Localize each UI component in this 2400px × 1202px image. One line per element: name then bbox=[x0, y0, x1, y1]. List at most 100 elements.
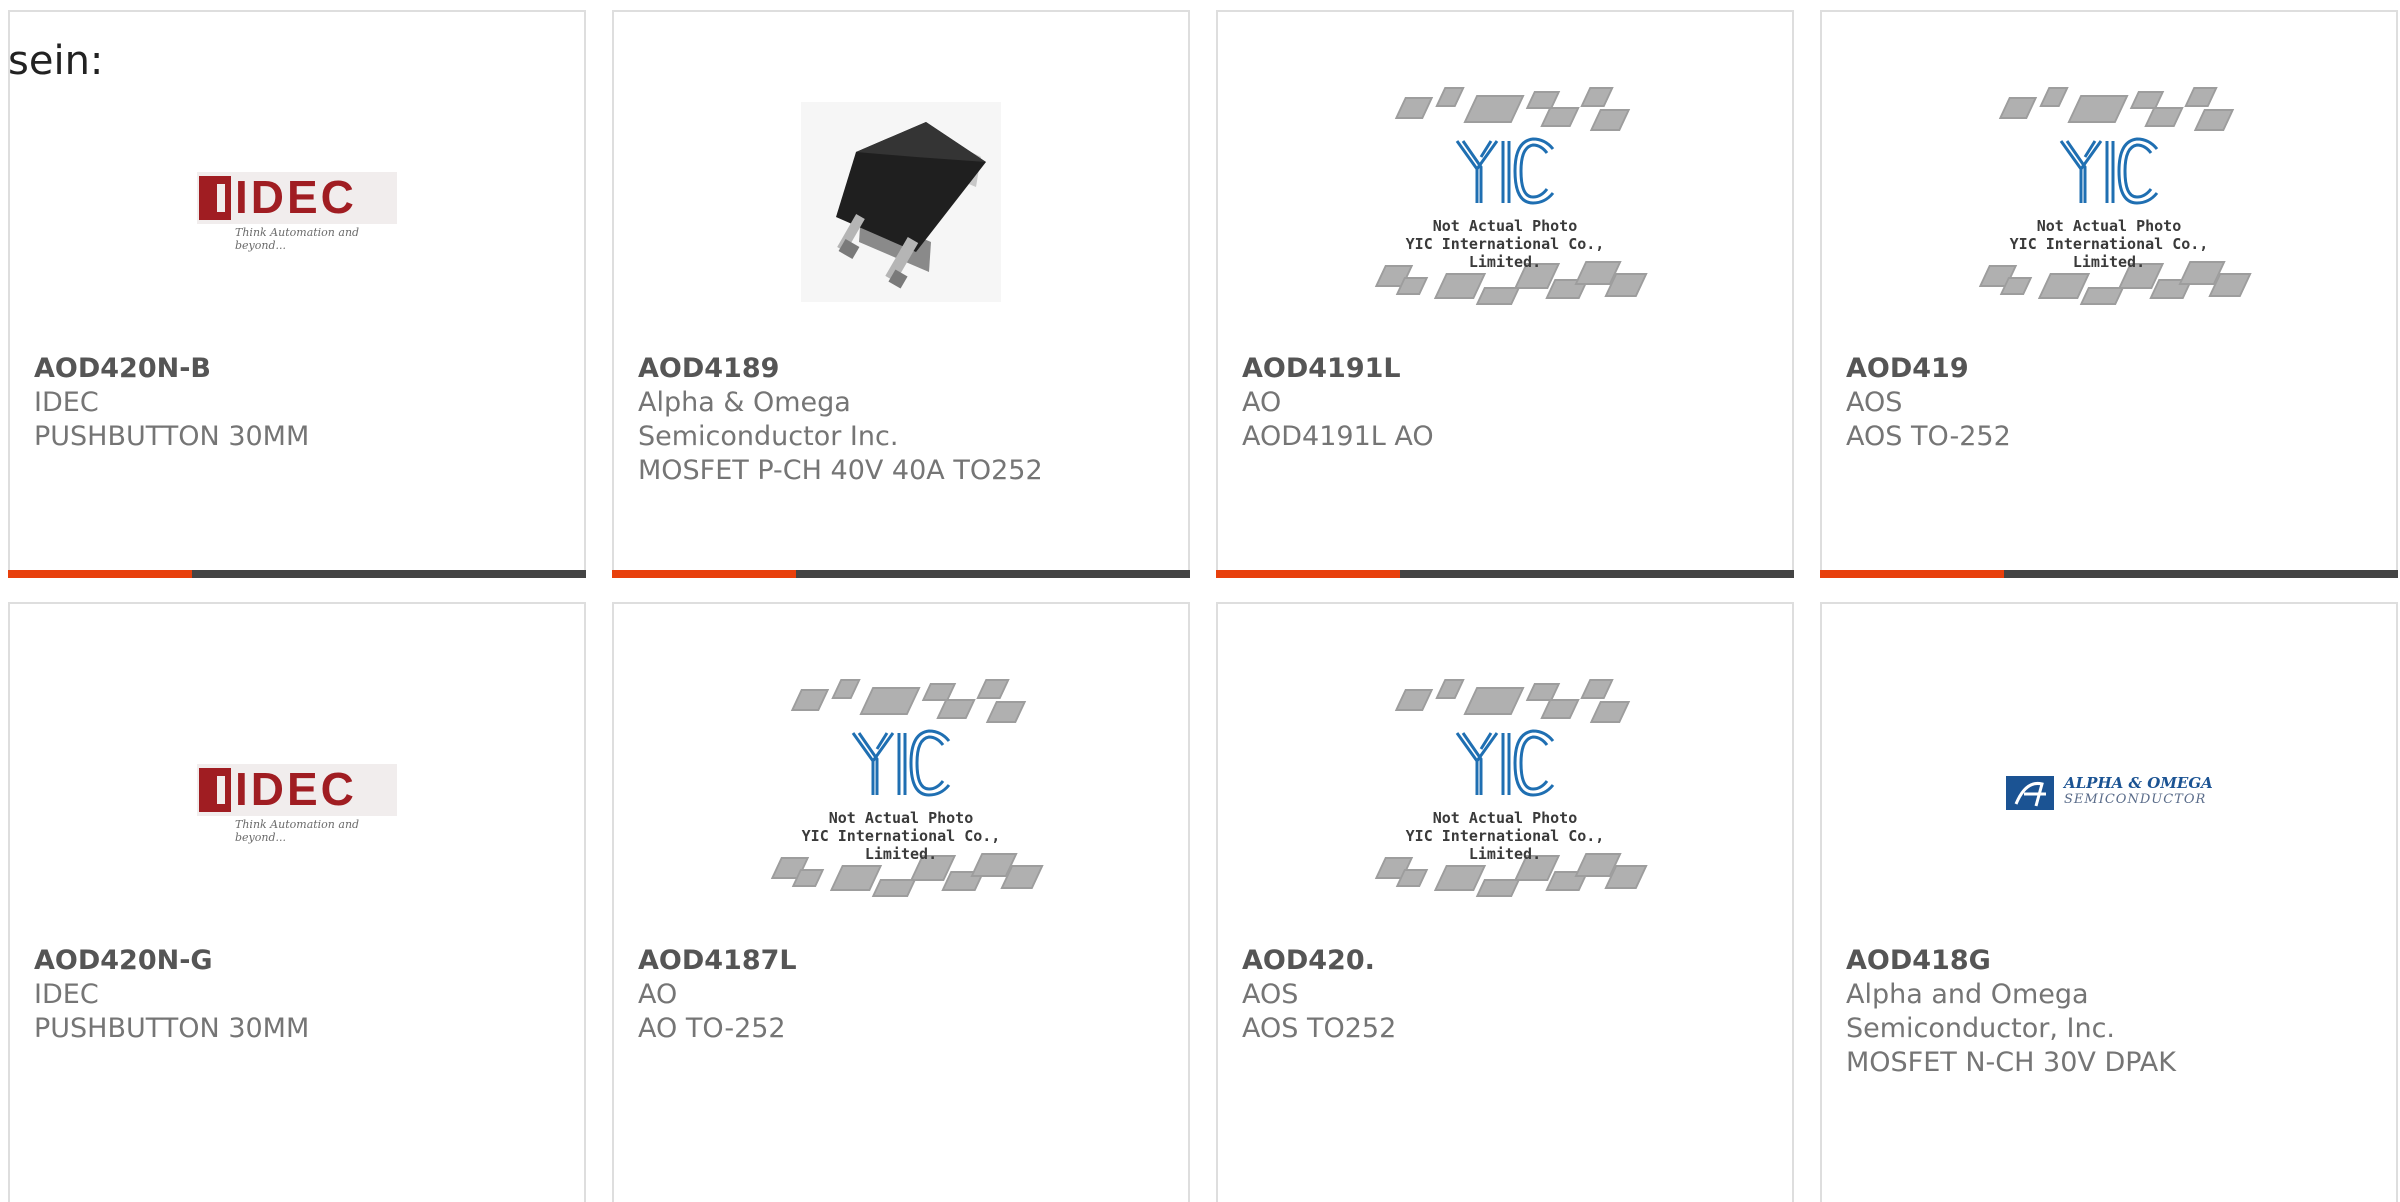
card-bar-accent bbox=[8, 570, 192, 578]
product-image[interactable]: Not Actual Photo YIC International Co., L… bbox=[1218, 664, 1792, 924]
idec-logo: IDEC Think Automation and beyond... bbox=[197, 756, 397, 844]
chip-illustration bbox=[871, 879, 917, 897]
not-actual-photo-placeholder: Not Actual Photo YIC International Co., L… bbox=[766, 669, 1044, 919]
product-image[interactable] bbox=[614, 72, 1188, 332]
card-progress-bar bbox=[1820, 570, 2398, 578]
product-description: PUSHBUTTON 30MM bbox=[34, 1013, 310, 1044]
yic-not-actual-photo-text: Not Actual Photo bbox=[828, 809, 974, 827]
yic-company-text: YIC International Co., Limited. bbox=[1405, 235, 1605, 271]
product-manufacturer: AOS bbox=[1242, 979, 1299, 1010]
chip-illustration bbox=[831, 679, 861, 699]
chip-illustration bbox=[1433, 865, 1487, 891]
chip-illustration bbox=[2067, 95, 2129, 123]
card-bar-rest bbox=[796, 570, 1190, 578]
product-image[interactable]: ALPHA & OMEGA SEMICONDUCTOR bbox=[1822, 664, 2396, 924]
card-bar-rest bbox=[192, 570, 586, 578]
card-bar-rest bbox=[1400, 570, 1794, 578]
product-part-number[interactable]: AOD419 bbox=[1846, 352, 2266, 386]
product-part-number[interactable]: AOD4191L bbox=[1242, 352, 1662, 386]
product-part-number[interactable]: AOD420. bbox=[1242, 944, 1662, 978]
idec-logo-tagline: Think Automation and beyond... bbox=[235, 818, 360, 844]
product-part-number[interactable]: AOD420N-B bbox=[34, 352, 454, 386]
product-info: AOD4191L AO AOD4191L AO bbox=[1242, 352, 1662, 454]
alpha-omega-logo-mark bbox=[2006, 776, 2054, 810]
idec-logo-bar bbox=[199, 768, 231, 812]
chip-illustration bbox=[1540, 699, 1580, 719]
product-description: AOS TO-252 bbox=[1846, 421, 2011, 452]
product-image[interactable]: IDEC Think Automation and beyond... bbox=[10, 72, 584, 332]
product-info: AOD4189 Alpha & Omega Semiconductor Inc. M… bbox=[638, 352, 1058, 488]
chip-illustration bbox=[2184, 87, 2218, 107]
product-part-number[interactable]: AOD4187L bbox=[638, 944, 1058, 978]
card-progress-bar bbox=[1216, 570, 1794, 578]
alpha-omega-logo-name: ALPHA & OMEGA bbox=[2064, 774, 2213, 792]
product-image[interactable]: Not Actual Photo YIC International Co., L… bbox=[614, 664, 1188, 924]
not-actual-photo-placeholder: Not Actual Photo YIC International Co., L… bbox=[1370, 669, 1648, 919]
product-grid: IDEC Think Automation and beyond... AOD420… bbox=[8, 10, 2400, 1202]
chip-illustration bbox=[2037, 273, 2091, 299]
alpha-omega-logo: ALPHA & OMEGA SEMICONDUCTOR bbox=[2006, 774, 2213, 814]
chip-illustration bbox=[790, 689, 830, 711]
idec-logo-word: IDEC bbox=[235, 171, 357, 223]
product-manufacturer: IDEC bbox=[34, 387, 99, 418]
product-card[interactable]: IDEC Think Automation and beyond... AOD420… bbox=[8, 10, 586, 578]
chip-illustration bbox=[985, 701, 1027, 723]
product-manufacturer: Alpha and Omega Semiconductor, Inc. bbox=[1846, 979, 2115, 1044]
yic-company-text: YIC International Co., Limited. bbox=[2009, 235, 2209, 271]
stray-heading-text: sein: bbox=[8, 38, 104, 84]
product-part-number[interactable]: AOD4189 bbox=[638, 352, 1058, 386]
product-description: MOSFET P-CH 40V 40A TO252 bbox=[638, 455, 1043, 486]
idec-logo: IDEC Think Automation and beyond... bbox=[197, 164, 397, 252]
product-card[interactable]: Not Actual Photo YIC International Co., L… bbox=[1216, 10, 1794, 578]
yic-logo-icon bbox=[2059, 137, 2159, 207]
chip-illustration bbox=[1540, 107, 1580, 127]
chip-illustration bbox=[936, 699, 976, 719]
idec-logo-bar bbox=[199, 176, 231, 220]
card-progress-bar bbox=[612, 570, 1190, 578]
product-info: AOD420. AOS AOS TO252 bbox=[1242, 944, 1662, 1046]
chip-illustration bbox=[1475, 879, 1521, 897]
product-card[interactable]: Not Actual Photo YIC International Co., L… bbox=[1216, 602, 1794, 1202]
chip-illustration bbox=[1394, 97, 1434, 119]
product-card[interactable]: ALPHA & OMEGA SEMICONDUCTOR AOD418G Alpha a… bbox=[1820, 602, 2398, 1202]
product-description: AO TO-252 bbox=[638, 1013, 786, 1044]
yic-logo-icon bbox=[1455, 137, 1555, 207]
product-card[interactable]: Not Actual Photo YIC International Co., L… bbox=[1820, 10, 2398, 578]
product-card[interactable]: AOD4189 Alpha & Omega Semiconductor Inc. M… bbox=[612, 10, 1190, 578]
product-info: AOD418G Alpha and Omega Semiconductor, In… bbox=[1846, 944, 2266, 1080]
product-image[interactable]: IDEC Think Automation and beyond... bbox=[10, 664, 584, 924]
product-image[interactable]: Not Actual Photo YIC International Co., L… bbox=[1218, 72, 1792, 332]
product-description: MOSFET N-CH 30V DPAK bbox=[1846, 1047, 2176, 1078]
chip-illustration bbox=[1435, 679, 1465, 699]
chip-illustration bbox=[859, 687, 921, 715]
product-part-number[interactable]: AOD418G bbox=[1846, 944, 2266, 978]
card-bar-accent bbox=[612, 570, 796, 578]
product-description: AOD4191L AO bbox=[1242, 421, 1434, 452]
chip-illustration bbox=[2079, 287, 2125, 305]
chip-illustration bbox=[1475, 287, 1521, 305]
chip-illustration bbox=[976, 679, 1010, 699]
product-image[interactable]: Not Actual Photo YIC International Co., L… bbox=[1822, 72, 2396, 332]
card-bar-accent bbox=[1216, 570, 1400, 578]
product-manufacturer: AOS bbox=[1846, 387, 1903, 418]
chip-illustration bbox=[2193, 109, 2235, 131]
product-card[interactable]: Not Actual Photo YIC International Co., L… bbox=[612, 602, 1190, 1202]
product-info: AOD419 AOS AOS TO-252 bbox=[1846, 352, 2266, 454]
yic-not-actual-photo-text: Not Actual Photo bbox=[1432, 217, 1578, 235]
chip-illustration bbox=[2144, 107, 2184, 127]
chip-illustration bbox=[1998, 97, 2038, 119]
chip-illustration bbox=[1463, 687, 1525, 715]
idec-logo-word: IDEC bbox=[235, 763, 357, 815]
product-manufacturer: AO bbox=[638, 979, 678, 1010]
chip-illustration bbox=[1433, 273, 1487, 299]
card-bar-rest bbox=[2004, 570, 2398, 578]
chip-illustration bbox=[2039, 87, 2069, 107]
yic-not-actual-photo-text: Not Actual Photo bbox=[1432, 809, 1578, 827]
product-card[interactable]: IDEC Think Automation and beyond... AOD420… bbox=[8, 602, 586, 1202]
card-bar-accent bbox=[1820, 570, 2004, 578]
idec-logo-tagline: Think Automation and beyond... bbox=[235, 226, 360, 252]
chip-illustration bbox=[1435, 87, 1465, 107]
product-manufacturer: IDEC bbox=[34, 979, 99, 1010]
yic-logo-icon bbox=[1455, 729, 1555, 799]
product-part-number[interactable]: AOD420N-G bbox=[34, 944, 454, 978]
